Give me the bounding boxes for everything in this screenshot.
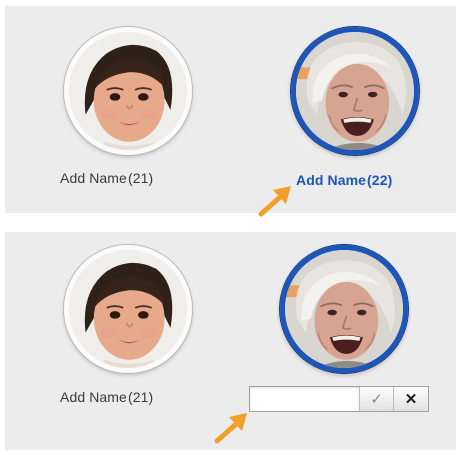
face-thumbnail-elder-selected[interactable] [291,27,419,155]
face-count: (21) [127,389,154,405]
face-name-label[interactable]: Add Name(21) [60,170,153,186]
face-thumbnail-child[interactable] [64,245,192,373]
face-name-text: Add Name [60,389,127,405]
name-input[interactable] [250,387,360,411]
checkmark-icon: ✓ [370,391,383,408]
face-count: (22) [367,172,393,188]
cancel-name-button[interactable]: ✕ [394,387,428,411]
close-icon: ✕ [404,391,418,408]
child-face-photo [69,250,187,368]
face-panel-hover-state: Add Name(21) Add Name(22) [5,6,456,213]
face-name-label-hover[interactable]: Add Name(22) [296,172,392,188]
confirm-name-button[interactable]: ✓ [360,387,394,411]
face-thumbnail-child[interactable] [64,27,192,155]
face-name-text: Add Name [60,170,127,186]
face-panel-editing-state: Add Name(21) ✓ ✕ [5,232,456,450]
elder-face-photo [285,250,403,368]
face-name-text: Add Name [296,172,367,188]
pointer-arrow-icon [257,182,297,218]
child-face-photo [69,32,187,150]
pointer-arrow-icon [213,409,253,445]
name-editor: ✓ ✕ [249,386,429,412]
face-thumbnail-elder-selected[interactable] [280,245,408,373]
face-count: (21) [127,170,154,186]
elder-face-photo [296,32,414,150]
face-name-label[interactable]: Add Name(21) [60,389,153,405]
